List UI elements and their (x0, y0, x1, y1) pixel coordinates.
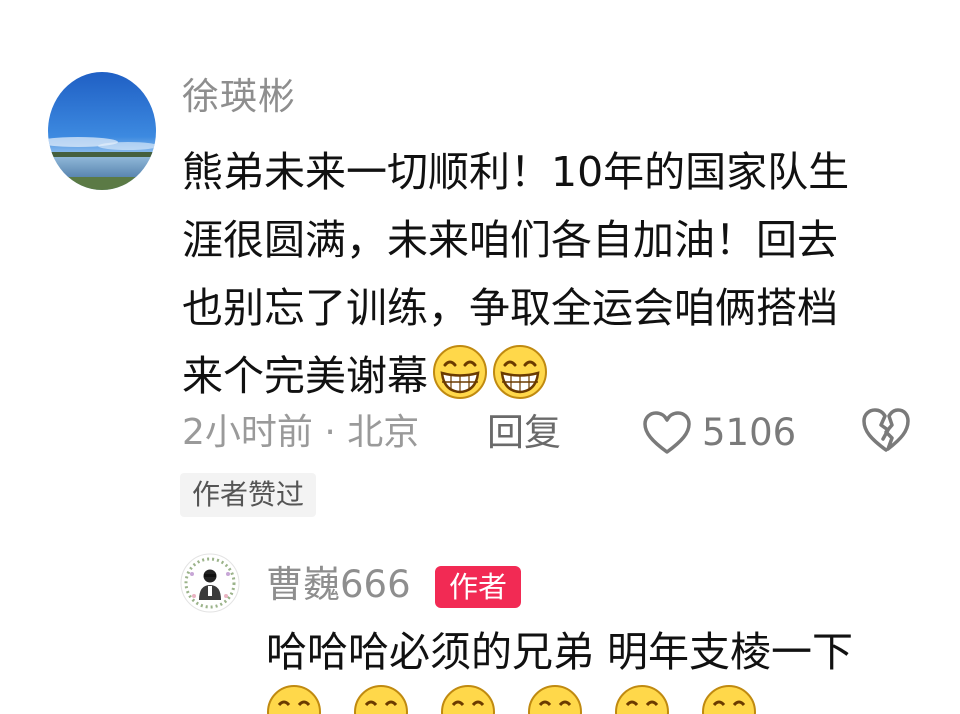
comment-text-line: 涯很圆满，未来咱们各自加油！回去 (182, 216, 838, 264)
grinning-face-icon (266, 684, 322, 714)
grinning-face-icon (527, 684, 583, 714)
like-count: 5106 (702, 411, 797, 454)
commenter-username[interactable]: 徐瑛彬 (182, 74, 296, 120)
broken-heart-icon[interactable] (860, 404, 912, 456)
grinning-face-icon (492, 344, 548, 400)
grinning-face-icon (353, 684, 409, 714)
reply-username[interactable]: 曹巍666 (266, 562, 411, 608)
grinning-face-icon (614, 684, 670, 714)
heart-icon[interactable] (642, 410, 692, 456)
reply-avatar[interactable] (180, 552, 240, 614)
author-badge: 作者 (435, 566, 522, 608)
comment-meta-time-location: 2小时前 · 北京 (182, 412, 420, 453)
like-button[interactable]: 5106 (642, 406, 796, 460)
comment-text: 熊弟未来一切顺利！10年的国家队生 涯很圆满，未来咱们各自加油！回去 也别忘了训… (182, 138, 922, 410)
comment-text-line: 也别忘了训练，争取全运会咱俩搭档 (182, 284, 838, 332)
comment-text-line: 熊弟未来一切顺利！10年的国家队生 (182, 148, 850, 196)
comment-text-line: 来个完美谢幕 (182, 342, 922, 410)
avatar-wreath-image (180, 553, 240, 613)
grinning-face-icon (701, 684, 757, 714)
grinning-face-icon (432, 344, 488, 400)
author-liked-badge: 作者赞过 (180, 473, 317, 517)
reply-emoji-row (266, 684, 783, 714)
commenter-avatar[interactable] (48, 72, 156, 190)
reply-text: 哈哈哈必须的兄弟 明年支棱一下 (266, 628, 854, 676)
comment-text-last: 来个完美谢幕 (182, 352, 428, 400)
avatar-landscape-image (48, 72, 156, 190)
grinning-face-icon (440, 684, 496, 714)
reply-button[interactable]: 回复 (487, 408, 561, 458)
